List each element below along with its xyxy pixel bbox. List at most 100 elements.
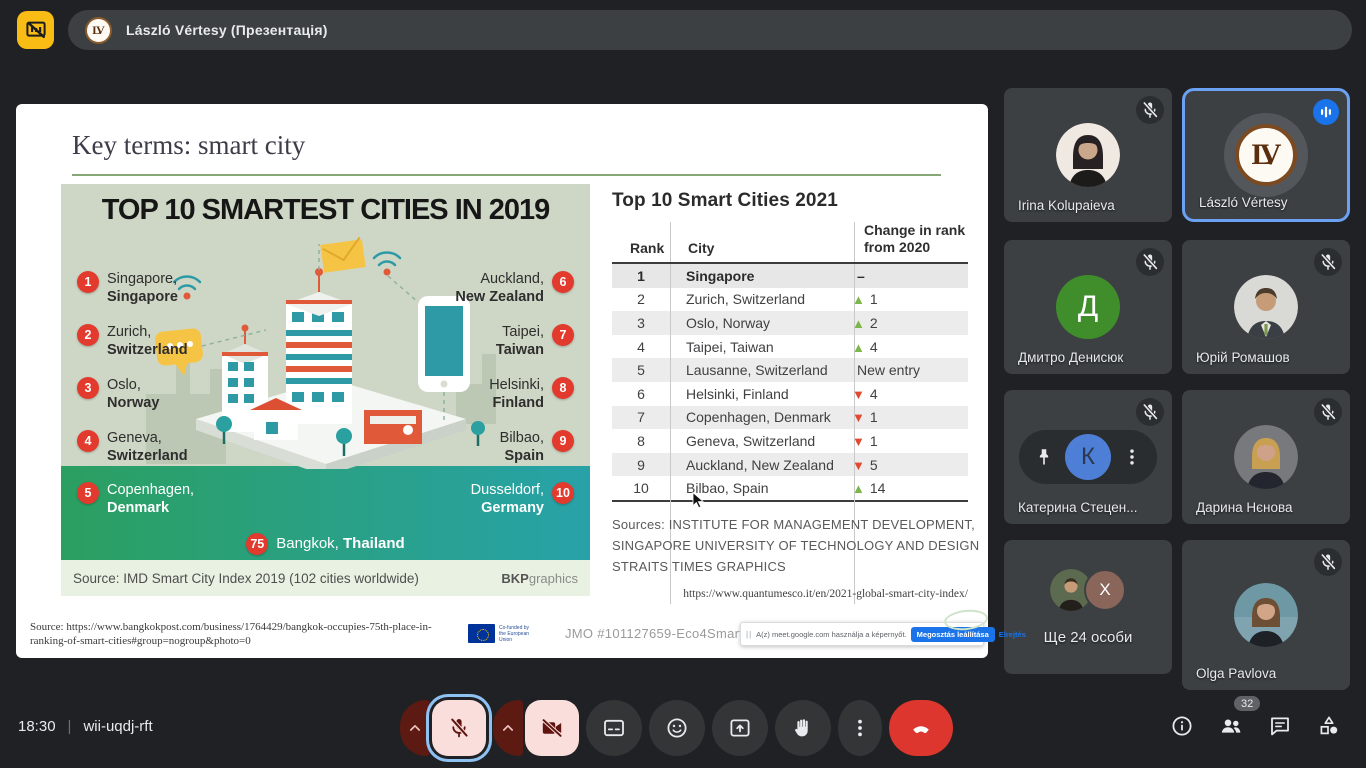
table-sources-line3: STRAITS TIMES GRAPHICS <box>612 559 786 574</box>
infographic-source: Source: IMD Smart City Index 2019 (102 c… <box>73 571 419 586</box>
participant-name: László Vértesy <box>1199 195 1288 210</box>
participant-tile-laszlo[interactable]: LV László Vértesy <box>1182 88 1350 222</box>
mic-toggle-button[interactable] <box>432 700 486 756</box>
camera-options-button[interactable] <box>493 700 523 756</box>
rank-entry-2: 2Zurich,Switzerland <box>77 323 188 359</box>
avatar <box>1234 425 1298 489</box>
table-row: 6Helsinki, Finland4 <box>612 382 968 406</box>
activities-button[interactable] <box>1317 714 1341 738</box>
mic-muted-badge <box>1136 96 1164 124</box>
avatar <box>1234 583 1298 647</box>
participant-tile-olga[interactable]: Olga Pavlova <box>1182 540 1350 690</box>
tile-hover-controls: К <box>1019 430 1157 484</box>
table-row: 10Bilbao, Spain14 <box>612 476 968 500</box>
mic-off-icon <box>1140 100 1160 120</box>
rank-entry-5: 5Copenhagen,Denmark <box>77 481 194 517</box>
infographic-2019: TOP 10 SMARTEST CITIES IN 2019 <box>61 184 590 596</box>
clock-time: 18:30 <box>18 718 56 735</box>
overflow-tile-more-people[interactable]: X Ще 24 особи <box>1004 540 1172 674</box>
present-button[interactable] <box>712 700 768 756</box>
mic-off-icon <box>1318 252 1338 272</box>
table-row: 4Taipei, Taiwan4 <box>612 335 968 359</box>
table-row: 8Geneva, Switzerland1 <box>612 429 968 453</box>
mic-off-icon <box>447 716 471 740</box>
rank-entry-6: 6Auckland,New Zealand <box>455 270 574 306</box>
participant-name: Olga Pavlova <box>1196 666 1276 681</box>
mic-muted-badge <box>1136 248 1164 276</box>
table-row: 1Singapore– <box>612 264 968 288</box>
end-call-button[interactable] <box>889 700 953 756</box>
panel-buttons <box>1170 714 1341 738</box>
meeting-info: 18:30 | wii-uqdj-rft <box>18 718 153 735</box>
captions-icon <box>602 716 626 740</box>
rank-entry-3: 3Oslo,Norway <box>77 376 159 412</box>
title-underline <box>72 174 941 176</box>
camera-control-group <box>493 700 579 756</box>
participant-tile-dmytro[interactable]: Д Дмитро Денисюк <box>1004 240 1172 374</box>
table-row: 9Auckland, New Zealand5 <box>612 453 968 477</box>
participant-count-badge: 32 <box>1234 696 1260 711</box>
camera-toggle-button[interactable] <box>525 700 579 756</box>
chevron-up-icon <box>498 718 518 738</box>
participant-tile-daryna[interactable]: Дарина Нєнова <box>1182 390 1350 524</box>
table-sources-line1: Sources: INSTITUTE FOR MANAGEMENT DEVELO… <box>612 517 975 532</box>
presenter-pill[interactable]: LV László Vértesy (Презентація) <box>68 10 1352 50</box>
presenter-avatar: LV <box>85 17 112 44</box>
drag-handle-icon[interactable]: || <box>746 630 752 639</box>
avatar <box>1234 275 1298 339</box>
rank-entry-7: 7Taipei,Taiwan <box>496 323 574 359</box>
rank-entry-1: 1Singapore,Singapore <box>77 270 178 306</box>
participant-tile-kateryna[interactable]: К Катерина Стецен... <box>1004 390 1172 524</box>
raise-hand-button[interactable] <box>775 700 831 756</box>
divider: | <box>68 718 72 735</box>
audio-wave-icon <box>1316 102 1336 122</box>
meeting-code: wii-uqdj-rft <box>83 718 152 735</box>
chat-panel-button[interactable] <box>1268 714 1292 738</box>
mic-control-group <box>400 700 486 756</box>
hide-notification-link[interactable]: Elrejtés <box>999 630 1026 639</box>
slide-title: Key terms: smart city <box>72 130 305 161</box>
people-panel-button[interactable] <box>1219 714 1243 738</box>
meeting-details-button[interactable] <box>1170 714 1194 738</box>
emoji-icon <box>665 716 689 740</box>
mic-off-icon <box>1318 402 1338 422</box>
avatar: Д <box>1056 275 1120 339</box>
reactions-button[interactable] <box>649 700 705 756</box>
project-code: JMO #101127659-Eco4Smart <box>565 626 743 641</box>
mic-options-button[interactable] <box>400 700 430 756</box>
infographic-credit: BKPgraphics <box>501 571 578 586</box>
speaking-indicator <box>1313 99 1339 125</box>
mouse-cursor <box>688 490 708 510</box>
table-row: 2Zurich, Switzerland1 <box>612 288 968 312</box>
table-row: 3Oslo, Norway2 <box>612 311 968 335</box>
presentation-paused-button[interactable] <box>17 11 54 49</box>
participant-name: Катерина Стецен... <box>1018 500 1137 515</box>
column-header-rank: Rank <box>630 240 664 256</box>
rank-badge: 3 <box>77 377 99 399</box>
phone-down-icon <box>909 716 933 740</box>
rank-entry-10: 10Dusseldorf,Germany <box>471 481 574 517</box>
more-options-icon <box>848 716 872 740</box>
infographic-footer: Source: IMD Smart City Index 2019 (102 c… <box>61 560 590 596</box>
pin-icon[interactable] <box>1033 446 1055 468</box>
avatar[interactable]: К <box>1065 434 1111 480</box>
hand-icon <box>791 716 815 740</box>
mic-off-icon <box>1140 402 1160 422</box>
rank-badge: 9 <box>552 430 574 452</box>
column-header-city: City <box>688 240 714 256</box>
participant-tile-yurii[interactable]: Юрій Ромашов <box>1182 240 1350 374</box>
rank-badge: 1 <box>77 271 99 293</box>
rank-entry-75-bangkok: 75 Bangkok, Thailand <box>61 532 590 555</box>
eu-cofunded-logo: Co-funded by the European Union <box>468 624 533 643</box>
more-options-icon[interactable] <box>1121 446 1143 468</box>
rank-entry-4: 4Geneva,Switzerland <box>77 429 188 465</box>
participant-tile-irina[interactable]: Irina Kolupaieva <box>1004 88 1172 222</box>
more-options-button[interactable] <box>838 700 882 756</box>
table-header: Rank City Change in rank from 2020 <box>612 222 968 264</box>
avatar-initial-x: X <box>1084 569 1126 611</box>
captions-button[interactable] <box>586 700 642 756</box>
share-message: A(z) meet.google.com használja a képerny… <box>756 630 907 639</box>
rank-badge: 75 <box>246 533 268 555</box>
infographic-title: TOP 10 SMARTEST CITIES IN 2019 <box>61 194 590 227</box>
mic-muted-badge <box>1314 398 1342 426</box>
